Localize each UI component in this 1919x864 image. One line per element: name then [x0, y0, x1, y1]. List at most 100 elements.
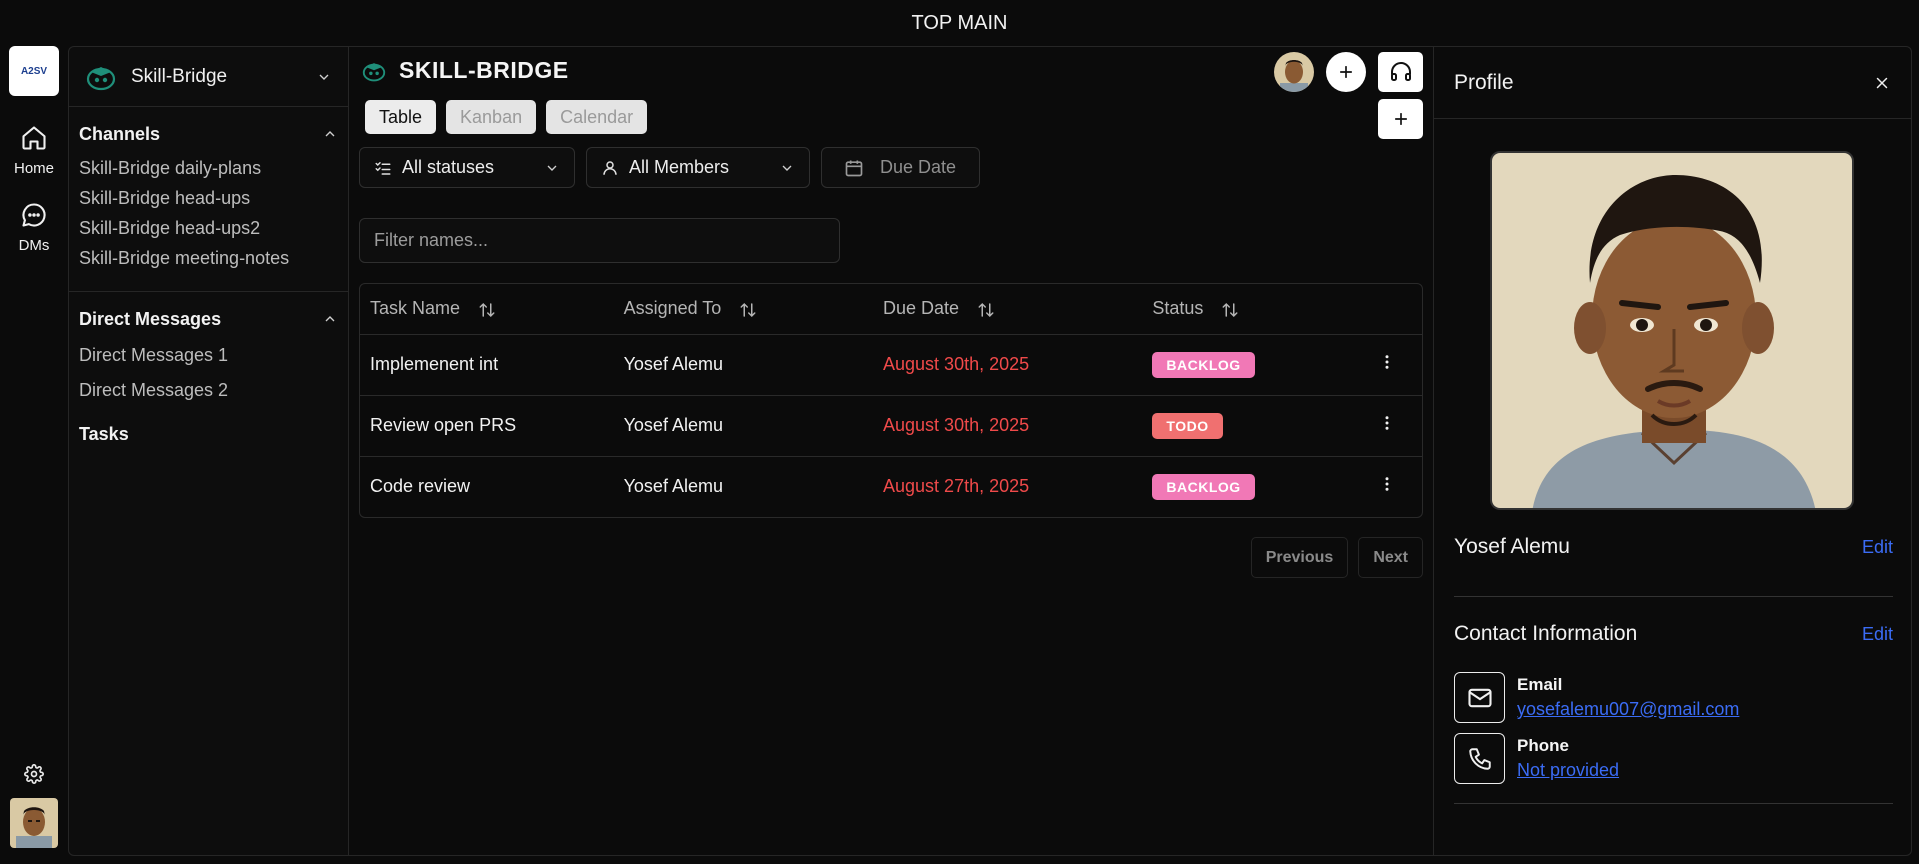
col-header-due-date[interactable]: Due Date — [873, 284, 1143, 335]
mail-icon — [1467, 688, 1492, 707]
col-header-task-name[interactable]: Task Name — [360, 284, 614, 335]
sort-icon — [978, 302, 994, 317]
add-task-button[interactable] — [1378, 99, 1423, 139]
tasks-link[interactable]: Tasks — [69, 408, 348, 461]
table-row[interactable]: Implemenent int Yosef Alemu August 30th,… — [360, 334, 1422, 396]
workspace-switcher[interactable]: Skill-Bridge — [69, 47, 348, 107]
user-icon — [603, 160, 617, 175]
chat-icon — [22, 203, 46, 227]
tab-table[interactable]: Table — [365, 100, 437, 134]
status-cell: BACKLOG — [1142, 334, 1343, 396]
next-page-button[interactable]: Next — [1358, 537, 1423, 578]
profile-name-row: Yosef Alemu Edit — [1454, 535, 1893, 559]
dm-header[interactable]: Direct Messages — [79, 306, 338, 332]
profile-panel: Profile Yosef Alemu Edit Contact Informa… — [1433, 46, 1912, 856]
more-vertical-icon — [1385, 355, 1389, 369]
assignee-cell: Yosef Alemu — [623, 476, 723, 497]
dm-list: Direct Messages 1 Direct Messages 2 — [79, 338, 338, 408]
headphones-icon — [1390, 62, 1411, 81]
col-header-assigned-to[interactable]: Assigned To — [613, 284, 874, 335]
members-filter-label: All Members — [629, 157, 730, 177]
phone-link[interactable]: Not provided — [1517, 760, 1619, 781]
task-name-cell: Code review — [370, 476, 471, 497]
more-vertical-icon — [1385, 416, 1389, 430]
due-date-cell: August 30th, 2025 — [873, 334, 1143, 396]
channels-header[interactable]: Channels — [79, 121, 338, 147]
col-status-label: Status — [1152, 298, 1204, 319]
org-logo[interactable]: A2SV — [9, 46, 59, 96]
profile-title: Profile — [1454, 70, 1514, 94]
mail-icon-box — [1454, 672, 1505, 723]
chevron-down-icon — [547, 165, 557, 171]
rail-dms-label: DMs — [18, 237, 50, 254]
main-content: SKILL-BRIDGE Table Kanban Calendar All s… — [349, 46, 1433, 856]
col-task-name-label: Task Name — [370, 298, 461, 319]
profile-divider — [1454, 803, 1893, 804]
task-name-cell: Implemenent int — [360, 334, 614, 396]
tasks-table: Task Name Assigned To Due Date Status Im… — [359, 283, 1423, 518]
due-date-cell: August 30th, 2025 — [873, 395, 1143, 457]
email-contact: Email yosefalemu007@gmail.com — [1454, 672, 1739, 723]
sort-icon — [740, 302, 756, 317]
user-avatar[interactable] — [10, 798, 58, 848]
add-member-button[interactable] — [1326, 52, 1366, 92]
left-rail: A2SV Home DMs — [0, 46, 68, 856]
assignee-cell: Yosef Alemu — [613, 395, 874, 457]
org-logo-text: A2SV — [20, 65, 48, 77]
phone-label: Phone — [1517, 736, 1569, 755]
profile-header: Profile — [1434, 47, 1911, 119]
channel-item[interactable]: Skill-Bridge daily-plans — [79, 153, 338, 183]
row-menu-button[interactable] — [1342, 395, 1422, 457]
table-row[interactable]: Code review Yosef Alemu August 27th, 202… — [360, 456, 1422, 517]
status-cell: TODO — [1142, 395, 1343, 457]
chevron-down-icon — [782, 165, 792, 171]
sort-icon — [1222, 302, 1238, 317]
phone-contact: Phone Not provided — [1454, 733, 1619, 784]
members-filter[interactable]: All Members — [586, 147, 810, 188]
dm-title: Direct Messages — [79, 308, 222, 329]
chevron-up-icon — [325, 316, 335, 322]
email-link[interactable]: yosefalemu007@gmail.com — [1517, 699, 1739, 720]
channels-section: Channels Skill-Bridge daily-plans Skill-… — [69, 107, 348, 273]
header-actions — [1274, 52, 1423, 92]
status-filter[interactable]: All statuses — [359, 147, 575, 188]
due-date-cell: August 27th, 2025 — [883, 476, 1030, 497]
more-vertical-icon — [1385, 477, 1389, 491]
channel-item[interactable]: Skill-Bridge head-ups2 — [79, 213, 338, 243]
support-button[interactable] — [1378, 52, 1423, 92]
filter-bar: All statuses All Members Due Date — [359, 147, 980, 188]
profile-photo — [1490, 151, 1854, 510]
tab-kanban[interactable]: Kanban — [446, 100, 537, 134]
table-row[interactable]: Review open PRS Yosef Alemu August 30th,… — [360, 395, 1422, 457]
col-header-status[interactable]: Status — [1142, 284, 1343, 335]
due-date-filter[interactable]: Due Date — [821, 147, 980, 188]
profile-divider — [1454, 596, 1893, 597]
rail-home[interactable]: Home — [14, 124, 54, 177]
settings-gear-icon[interactable] — [24, 764, 44, 784]
col-header-actions — [1342, 284, 1422, 335]
channel-item[interactable]: Skill-Bridge meeting-notes — [79, 243, 338, 273]
member-avatar[interactable] — [1274, 52, 1314, 92]
rail-dms[interactable]: DMs — [18, 201, 50, 254]
sort-icon — [479, 302, 495, 317]
edit-name-button[interactable]: Edit — [1862, 537, 1893, 558]
col-due-label: Due Date — [883, 298, 960, 319]
main-header: SKILL-BRIDGE — [361, 57, 569, 84]
dm-item[interactable]: Direct Messages 2 — [79, 373, 338, 408]
assignee-cell: Yosef Alemu — [613, 334, 874, 396]
row-menu-button[interactable] — [1342, 456, 1422, 517]
row-menu-button[interactable] — [1342, 334, 1422, 396]
channels-title: Channels — [79, 123, 161, 144]
filter-names-input[interactable] — [359, 218, 840, 263]
channel-item[interactable]: Skill-Bridge head-ups — [79, 183, 338, 213]
close-icon[interactable] — [1873, 74, 1891, 92]
edit-contact-button[interactable]: Edit — [1862, 624, 1893, 645]
sidebar: Skill-Bridge Channels Skill-Bridge daily… — [68, 46, 349, 856]
chevron-up-icon — [325, 131, 335, 137]
plus-icon — [1340, 66, 1352, 78]
top-title: TOP MAIN — [911, 11, 1008, 34]
tab-calendar[interactable]: Calendar — [546, 100, 648, 134]
rail-home-label: Home — [13, 160, 54, 177]
dm-item[interactable]: Direct Messages 1 — [79, 338, 338, 373]
previous-page-button[interactable]: Previous — [1250, 537, 1349, 578]
